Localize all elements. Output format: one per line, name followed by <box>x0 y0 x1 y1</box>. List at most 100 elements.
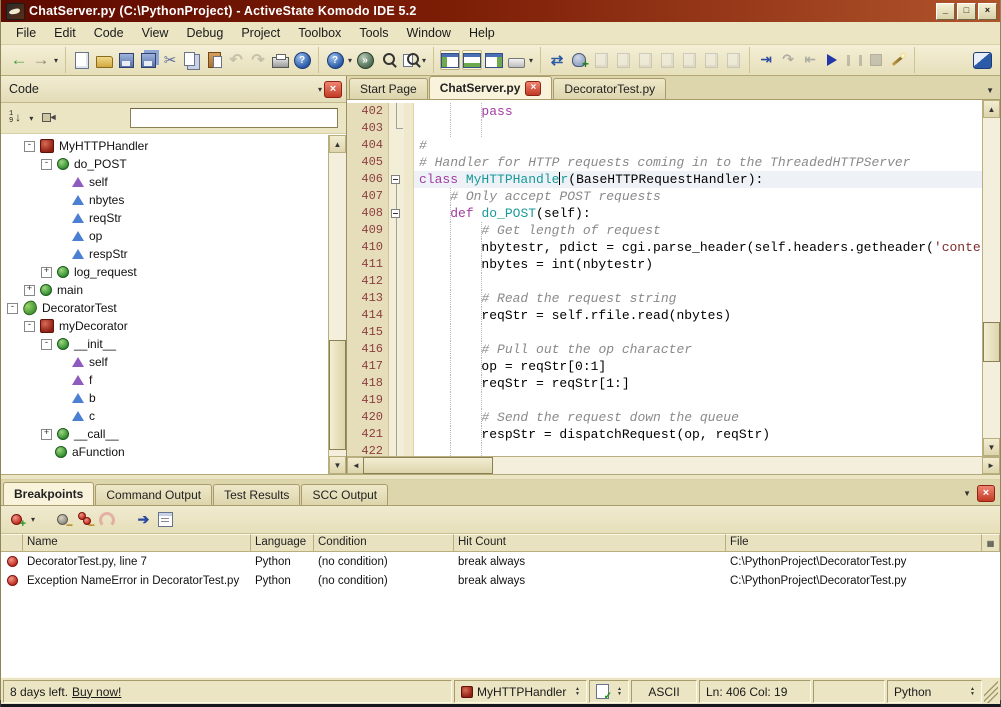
fold-margin[interactable] <box>389 324 404 341</box>
breakpoint-margin[interactable] <box>404 154 414 171</box>
scroll-up-icon[interactable]: ▲ <box>983 100 1000 118</box>
scc-revert-icon[interactable] <box>635 50 655 70</box>
breakpoint-row[interactable]: Exception NameError in DecoratorTest.pyP… <box>1 571 1000 590</box>
stop-icon[interactable] <box>866 50 886 70</box>
sort-dropdown-icon[interactable]: ▾ <box>29 114 33 123</box>
menu-edit[interactable]: Edit <box>45 23 85 43</box>
dropdown-caret-icon[interactable]: ▾ <box>54 56 58 65</box>
expand-icon[interactable]: + <box>41 429 52 440</box>
scroll-up-icon[interactable]: ▲ <box>329 135 346 153</box>
code-text[interactable]: # Send the request down the queue <box>414 409 982 426</box>
tab-decoratortest-py[interactable]: DecoratorTest.py <box>553 78 666 99</box>
tree-item-call[interactable]: +__call__ <box>1 425 328 443</box>
fold-margin[interactable] <box>389 137 404 154</box>
code-text[interactable]: op = reqStr[0:1] <box>414 358 982 375</box>
sort-order-icon[interactable]: 19↓ <box>9 111 21 125</box>
print-icon[interactable] <box>270 50 290 70</box>
dropdown-caret-icon[interactable]: ▾ <box>422 56 426 65</box>
fold-margin[interactable] <box>389 222 404 239</box>
tree-item-nbytes[interactable]: nbytes <box>1 191 328 209</box>
preview-icon[interactable]: » <box>355 50 375 70</box>
symbol-spinner-icon[interactable]: ▲▼ <box>575 687 580 697</box>
code-text[interactable]: # <box>414 137 982 154</box>
collapse-icon[interactable]: - <box>24 321 35 332</box>
tree-item-main[interactable]: +main <box>1 281 328 299</box>
bottom-panel-close-button[interactable]: × <box>977 485 995 502</box>
komodo-icon[interactable] <box>972 50 992 70</box>
breakpoint-margin[interactable] <box>404 426 414 443</box>
tab-list-dropdown-icon[interactable]: ▼ <box>986 86 1000 95</box>
code-text[interactable]: def do_POST(self): <box>414 205 982 222</box>
copy-icon[interactable] <box>182 50 202 70</box>
cut-icon[interactable]: ✂ <box>160 50 180 70</box>
breakpoint-margin[interactable] <box>404 239 414 256</box>
breakpoint-margin[interactable] <box>404 358 414 375</box>
syntax-spinner-icon[interactable]: ▲▼ <box>617 687 622 697</box>
dropdown-caret-icon[interactable]: ▾ <box>348 56 352 65</box>
toggle-all-breakpoints-button[interactable]: − <box>53 510 72 529</box>
collapse-icon[interactable]: - <box>41 159 52 170</box>
editor-hscroll-thumb[interactable] <box>363 457 493 474</box>
menu-code[interactable]: Code <box>85 23 133 43</box>
delete-breakpoint-button[interactable] <box>97 510 116 529</box>
fold-margin[interactable] <box>389 409 404 426</box>
macro-icon[interactable] <box>506 50 526 70</box>
maximize-button[interactable]: □ <box>957 3 976 20</box>
scc-sync-icon[interactable]: ⇄ <box>547 50 567 70</box>
scc-diff-icon[interactable] <box>679 50 699 70</box>
code-editor[interactable]: 402 pass403404#405# Handler for HTTP req… <box>347 100 982 456</box>
back-icon[interactable]: ← <box>9 50 29 70</box>
code-text[interactable] <box>414 392 982 409</box>
dropdown-caret-icon[interactable]: ▾ <box>529 56 533 65</box>
column-header-language[interactable]: Language <box>251 534 314 552</box>
close-button[interactable]: × <box>978 3 997 20</box>
tree-item-respStr[interactable]: respStr <box>1 245 328 263</box>
breakpoint-margin[interactable] <box>404 205 414 222</box>
scc-delete-icon[interactable] <box>657 50 677 70</box>
code-text[interactable] <box>414 273 982 290</box>
menu-view[interactable]: View <box>133 23 178 43</box>
fold-margin[interactable] <box>389 256 404 273</box>
step-in-icon[interactable]: ⇥ <box>756 50 776 70</box>
step-out-icon[interactable]: ⇤ <box>800 50 820 70</box>
tree-item-self[interactable]: self <box>1 353 328 371</box>
tree-item-doPOST[interactable]: -do_POST <box>1 155 328 173</box>
help-icon[interactable]: ? <box>292 50 312 70</box>
tree-item-init[interactable]: -__init__ <box>1 335 328 353</box>
scc-history-icon[interactable] <box>701 50 721 70</box>
expand-icon[interactable]: + <box>41 267 52 278</box>
code-text[interactable]: class MyHTTPHandler(BaseHTTPRequestHandl… <box>414 171 982 188</box>
breakpoint-margin[interactable] <box>404 103 414 120</box>
breakpoint-margin[interactable] <box>404 171 414 188</box>
breakpoint-margin[interactable] <box>404 341 414 358</box>
column-header-file[interactable]: File <box>726 534 982 552</box>
tab-breakpoints[interactable]: Breakpoints <box>3 482 94 505</box>
scroll-down-icon[interactable]: ▼ <box>983 438 1000 456</box>
tree-item-c[interactable]: c <box>1 407 328 425</box>
column-picker-icon[interactable]: ▦ <box>982 534 1000 552</box>
paste-icon[interactable] <box>204 50 224 70</box>
tree-item-self[interactable]: self <box>1 173 328 191</box>
tree-item-op[interactable]: op <box>1 227 328 245</box>
tree-item-reqStr[interactable]: reqStr <box>1 209 328 227</box>
breakpoint-margin[interactable] <box>404 290 414 307</box>
column-header-name[interactable]: Name <box>23 534 251 552</box>
menu-toolbox[interactable]: Toolbox <box>289 23 350 43</box>
fold-margin[interactable] <box>389 171 404 188</box>
code-text[interactable]: nbytes = int(nbytestr) <box>414 256 982 273</box>
editor-vscrollbar[interactable]: ▲ ▼ <box>982 100 1000 456</box>
fold-margin[interactable] <box>389 273 404 290</box>
breakpoint-margin[interactable] <box>404 307 414 324</box>
breakpoint-row[interactable]: DecoratorTest.py, line 7Python(no condit… <box>1 552 1000 571</box>
scroll-right-icon[interactable]: ► <box>982 457 1000 474</box>
tab-scc-output[interactable]: SCC Output <box>301 484 388 505</box>
menu-window[interactable]: Window <box>398 23 460 43</box>
buy-now-link[interactable]: Buy now! <box>72 685 121 699</box>
panel-close-button[interactable]: × <box>324 81 342 98</box>
fold-margin[interactable] <box>389 188 404 205</box>
step-over-icon[interactable]: ↷ <box>778 50 798 70</box>
panel-dropdown-icon[interactable]: ▼ <box>963 489 971 498</box>
code-text[interactable]: # Only accept POST requests <box>414 188 982 205</box>
breakpoint-margin[interactable] <box>404 392 414 409</box>
breakpoint-margin[interactable] <box>404 120 414 137</box>
